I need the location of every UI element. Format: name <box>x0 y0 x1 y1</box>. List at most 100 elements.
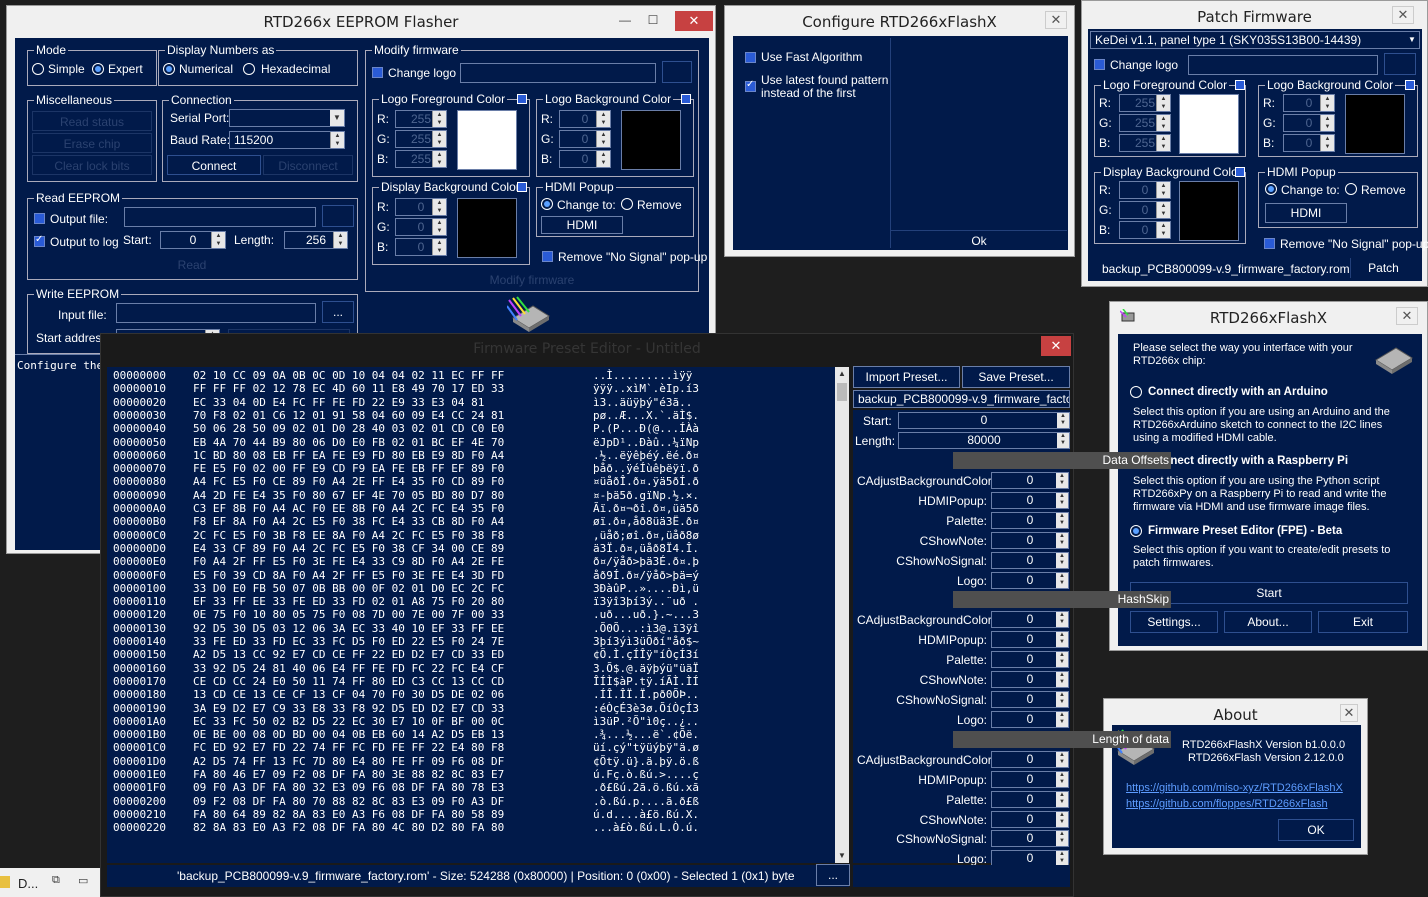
hex-row-bytes[interactable]: A4 2D FE E4 35 F0 80 67 EF 4E 70 05 BD 8… <box>193 489 504 502</box>
hex-row-ascii[interactable]: øï.ð¤,åð8üä3Ë.ð¤ <box>593 515 699 528</box>
fpe-titlebar[interactable]: Firmware Preset Editor - Untitled ✕ <box>101 334 1073 360</box>
restore-icon[interactable]: ⧉ <box>52 874 60 887</box>
hexadecimal-radio[interactable] <box>243 63 255 75</box>
spin-arrows-icon[interactable]: ▲▼ <box>1056 492 1068 508</box>
hex-row-bytes[interactable]: FC ED 92 E7 FD 22 74 FF FC FD FE FF 22 E… <box>193 741 504 754</box>
remove-no-signal-label[interactable]: Remove "No Signal" pop-up <box>1280 237 1428 251</box>
spin-arrows-icon[interactable]: ▲▼ <box>1156 115 1170 131</box>
spin-arrows-icon[interactable]: ▲▼ <box>1057 413 1069 428</box>
hex-row-bytes[interactable]: EB 4A 70 44 B9 80 06 D0 E0 FB 02 01 BC E… <box>193 436 504 449</box>
flashx-titlebar[interactable]: RTD266xFlashX ✕ <box>1110 302 1427 332</box>
hex-row-ascii[interactable]: ...à£ò.ßú.L.Ò.ú. <box>593 821 699 834</box>
fg-g-input[interactable]: 255 ▲ ▼ <box>395 130 447 148</box>
logo-file-input[interactable] <box>1188 55 1378 75</box>
spin-arrows-icon[interactable]: ▲▼ <box>333 232 347 248</box>
spin-arrows-icon[interactable]: ▲▼ <box>1056 791 1068 807</box>
hex-row-ascii[interactable]: .½..ëÿêþéý.ëé.ð¤ <box>593 449 699 462</box>
hex-row-ascii[interactable]: 3þí3ýì3üÕðí"åð$~ <box>593 635 699 648</box>
disconnect-button[interactable]: Disconnect <box>263 155 353 175</box>
hex-row-bytes[interactable]: FE E5 F0 02 00 FF E9 CD F9 EA FE EB FF E… <box>193 462 504 475</box>
hex-row-bytes[interactable]: 92 D5 30 D5 03 12 06 3A EC 33 40 10 EF 3… <box>193 622 504 635</box>
hex-row-bytes[interactable]: 33 FE ED 33 FD EC 33 FC D5 F0 ED 22 E5 F… <box>193 635 504 648</box>
change-to-radio[interactable] <box>541 198 553 210</box>
spin-arrows-icon[interactable]: ▲▼ <box>596 111 610 127</box>
remove-radio[interactable] <box>621 198 633 210</box>
spin-arrows-icon[interactable]: ▲▼ <box>1057 433 1069 448</box>
fg-color-swatch[interactable] <box>1179 94 1239 154</box>
spin-arrows-icon[interactable]: ▲▼ <box>1156 182 1170 198</box>
hex-row-bytes[interactable]: A4 FC E5 F0 CE 89 F0 A4 2E FF E4 35 F0 C… <box>193 475 504 488</box>
section-row-input[interactable]: 0 ▲ ▼ <box>991 830 1069 848</box>
color-picker-icon[interactable] <box>1235 80 1245 90</box>
hex-row-bytes[interactable]: 0E BE 00 08 0D BD 00 04 0B EB 60 14 A2 D… <box>193 728 504 741</box>
bg-r-input[interactable]: 0 ▲ ▼ <box>1283 94 1335 112</box>
spin-arrows-icon[interactable]: ▲▼ <box>596 151 610 167</box>
configure-titlebar[interactable]: Configure RTD266xFlashX ✕ <box>725 6 1074 36</box>
hex-row-bytes[interactable]: 2C FC E5 F0 3B F8 EE 8A F0 A4 2C FC E5 F… <box>193 529 504 542</box>
hex-row-ascii[interactable]: åð9Í.ð¤/ÿåð>þä=ý <box>593 569 699 582</box>
hdmi-text-input[interactable]: HDMI <box>541 216 623 234</box>
spin-arrows-icon[interactable]: ▲▼ <box>1320 135 1334 151</box>
patch-titlebar[interactable]: Patch Firmware ✕ <box>1082 1 1427 31</box>
hex-row-bytes[interactable]: A2 D5 13 CC 92 E7 CD CE FF 22 ED D2 E7 C… <box>193 648 504 661</box>
logo-browse-button[interactable] <box>662 61 692 83</box>
hex-row-ascii[interactable]: ÿÿÿ..xìM`.èIp.í3 <box>593 382 699 395</box>
dbg-g-input[interactable]: 0 ▲ ▼ <box>395 218 447 236</box>
save-preset-button[interactable]: Save Preset... <box>962 366 1070 388</box>
close-icon[interactable]: ✕ <box>675 11 713 31</box>
output-to-log-checkbox[interactable] <box>34 234 45 247</box>
dbg-b-input[interactable]: 0 ▲ ▼ <box>1119 221 1171 239</box>
section-row-input[interactable]: 0 ▲ ▼ <box>991 671 1069 689</box>
remove-radio[interactable] <box>1345 183 1357 195</box>
hex-row-bytes[interactable]: 02 10 CC 09 0A 0B 0C 0D 10 04 04 02 11 E… <box>193 369 504 382</box>
hex-row-ascii[interactable]: ì3üP.²Õ"ì0ç..¿.. <box>593 715 699 728</box>
spin-arrows-icon[interactable]: ▲▼ <box>1056 572 1068 588</box>
serial-port-select[interactable]: ▼ <box>229 109 345 127</box>
section-row-input[interactable]: 0 ▲ ▼ <box>991 472 1069 489</box>
hex-row-ascii[interactable]: .ÍÎ.ÎÏ.Ï.pð0ÕÞ.. <box>593 688 699 701</box>
color-picker-icon[interactable] <box>1405 80 1415 90</box>
hex-row-bytes[interactable]: F0 A4 2F FF E5 F0 3E FE E4 33 C9 8D F0 A… <box>193 555 504 568</box>
hex-row-ascii[interactable]: ëJpD¹..Ðàû..¼ïNp <box>593 436 699 449</box>
fpe-length-input[interactable]: 80000 ▲ ▼ <box>898 432 1070 449</box>
mode-expert-label[interactable]: Expert <box>108 62 143 76</box>
spin-arrows-icon[interactable]: ▲▼ <box>1056 612 1068 628</box>
hex-row-ascii[interactable]: .uð...uð.}.~...3 <box>593 608 699 621</box>
remove-label[interactable]: Remove <box>637 198 682 212</box>
input-file-input[interactable] <box>116 303 316 323</box>
color-picker-icon[interactable] <box>517 182 527 192</box>
spin-arrows-icon[interactable]: ▲▼ <box>1056 652 1068 668</box>
hex-row-bytes[interactable]: 70 F8 02 01 C6 12 01 91 58 04 60 09 E4 C… <box>193 409 504 422</box>
change-to-label[interactable]: Change to: <box>1281 183 1340 197</box>
hex-row-bytes[interactable]: FA 80 64 89 82 8A 83 E0 A3 F6 08 DF FA 8… <box>193 808 504 821</box>
mode-simple-label[interactable]: Simple <box>48 62 85 76</box>
hex-row-bytes[interactable]: 82 8A 83 E0 A3 F2 08 DF FA 80 4C 80 D2 8… <box>193 821 504 834</box>
exit-button[interactable]: Exit <box>1318 611 1408 633</box>
section-row-input[interactable]: 0 ▲ ▼ <box>991 810 1069 828</box>
color-picker-icon[interactable] <box>681 94 691 104</box>
hex-row-ascii[interactable]: üí.çý"tÿüýþÿ"ä.ø <box>593 741 699 754</box>
remove-label[interactable]: Remove <box>1361 183 1406 197</box>
spin-arrows-icon[interactable]: ▲▼ <box>1156 202 1170 218</box>
hex-row-ascii[interactable]: ï3ÿî3þí3ý..¨uð . <box>593 595 699 608</box>
close-icon[interactable]: ✕ <box>1045 11 1067 29</box>
bg-color-swatch[interactable] <box>1345 94 1405 154</box>
scroll-thumb[interactable] <box>837 383 847 401</box>
change-to-label[interactable]: Change to: <box>557 198 616 212</box>
chevron-down-icon[interactable]: ▼ <box>330 110 344 126</box>
github-link-flashx[interactable]: https://github.com/miso-xyz/RTD266xFlash… <box>1126 782 1343 794</box>
spin-arrows-icon[interactable]: ▲▼ <box>432 111 446 127</box>
raspberry-pi-title[interactable]: Connect directly with a Raspberry Pi <box>1148 455 1348 467</box>
github-link-flash[interactable]: https://github.com/floppes/RTD266xFlash <box>1126 798 1328 810</box>
hex-row-ascii[interactable]: .¾...½...ë`.¢Õë. <box>593 728 699 741</box>
section-row-input[interactable]: 0 ▲ ▼ <box>991 531 1069 549</box>
spin-arrows-icon[interactable]: ▲▼ <box>1156 222 1170 238</box>
hex-row-bytes[interactable]: A2 D5 74 FF 13 FC 7D 80 E4 80 FE FF 09 F… <box>193 755 504 768</box>
spin-arrows-icon[interactable]: ▲▼ <box>211 232 225 248</box>
hex-row-ascii[interactable]: ú.d....à£ö.ßú.X. <box>593 808 699 821</box>
section-row-input[interactable]: 0 ▲ ▼ <box>991 750 1069 768</box>
output-file-browse-button[interactable] <box>322 205 354 227</box>
hex-scrollbar[interactable]: ▲ ▼ <box>835 367 849 863</box>
section-row-input[interactable]: 0 ▲ ▼ <box>991 710 1069 728</box>
ok-button[interactable]: Ok <box>891 230 1067 250</box>
